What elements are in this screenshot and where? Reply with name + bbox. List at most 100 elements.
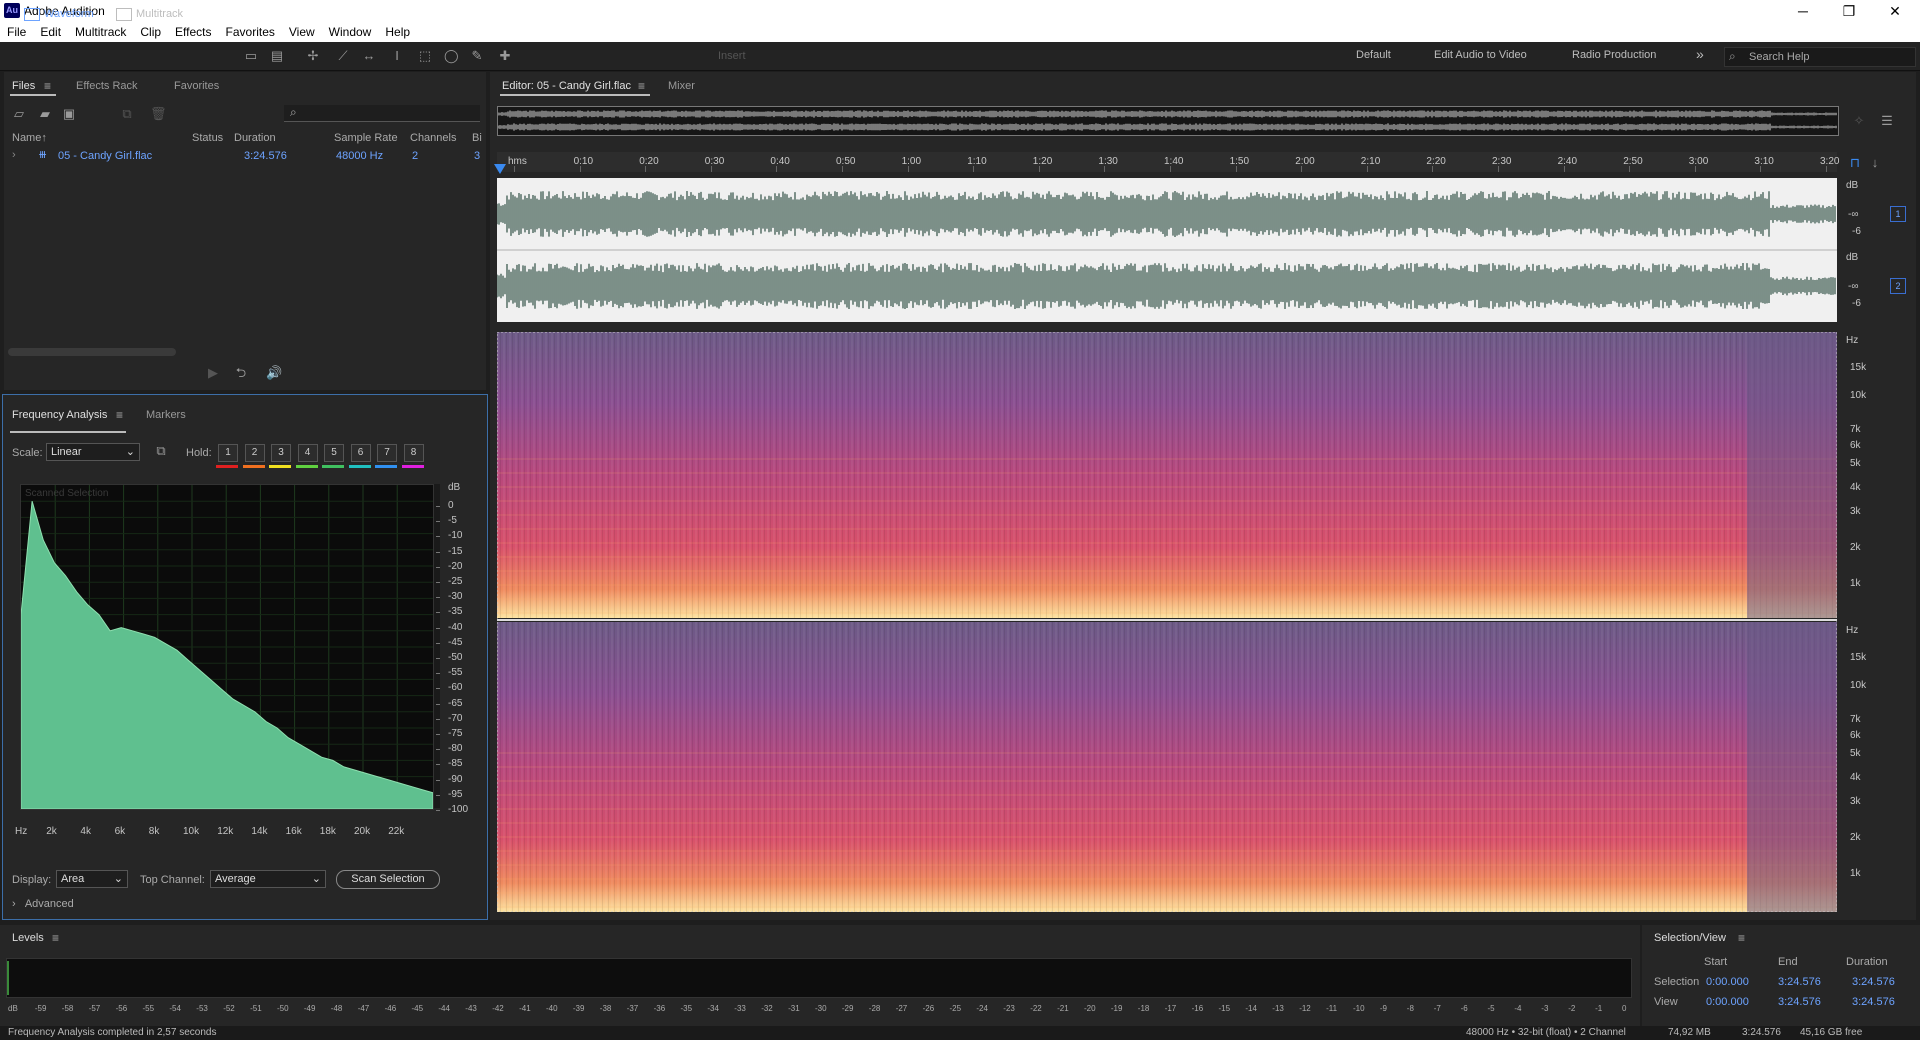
- spectral-display-icon[interactable]: ▭: [244, 49, 258, 63]
- menu-multitrack[interactable]: Multitrack: [68, 22, 133, 42]
- column-sample-rate[interactable]: Sample Rate: [334, 132, 398, 144]
- display-dropdown[interactable]: Area ⌄: [56, 870, 128, 888]
- sv-view-start[interactable]: 0:00.000: [1706, 996, 1749, 1008]
- zoom-out-full-icon[interactable]: ✧: [1852, 114, 1866, 128]
- scan-selection-button[interactable]: Scan Selection: [336, 870, 440, 889]
- menu-help[interactable]: Help: [378, 22, 417, 42]
- open-file-icon[interactable]: ▱: [12, 107, 26, 121]
- spec-hz-tick-ch2: 15k: [1850, 652, 1867, 663]
- multitrack-mode-button[interactable]: Multitrack: [112, 5, 183, 23]
- sv-view-end[interactable]: 3:24.576: [1778, 996, 1821, 1008]
- selection-view-menu-icon[interactable]: ≡: [1738, 931, 1745, 945]
- advanced-toggle[interactable]: › Advanced: [12, 898, 74, 910]
- sv-selection-duration[interactable]: 3:24.576: [1852, 976, 1895, 988]
- column-duration[interactable]: Duration: [234, 132, 276, 144]
- copy-to-clipboard-icon[interactable]: ⧉: [154, 444, 168, 458]
- menu-effects[interactable]: Effects: [168, 22, 218, 42]
- play-preview-icon[interactable]: ▶: [206, 366, 220, 380]
- hold-button-1[interactable]: 1: [218, 444, 238, 462]
- loop-preview-icon[interactable]: ⮌: [234, 366, 248, 380]
- scale-label: Scale:: [12, 447, 43, 459]
- ruler-tick: [1498, 166, 1499, 172]
- menu-clip[interactable]: Clip: [133, 22, 168, 42]
- spot-healing-tool-icon[interactable]: ✚: [498, 49, 512, 63]
- hold-button-2[interactable]: 2: [244, 444, 265, 462]
- insert-into-multitrack-icon[interactable]: ⧉: [120, 107, 134, 121]
- hold-button-7[interactable]: 7: [377, 444, 397, 462]
- tab-mixer[interactable]: Mixer: [668, 80, 695, 92]
- sv-selection-start[interactable]: 0:00.000: [1706, 976, 1749, 988]
- hold-button-5[interactable]: 5: [324, 444, 344, 462]
- menu-window[interactable]: Window: [322, 22, 379, 42]
- file-row[interactable]: › ⧻ 05 - Candy Girl.flac 3:24.576 48000 …: [4, 146, 486, 164]
- workspace-radio-production[interactable]: Radio Production: [1572, 49, 1656, 61]
- tab-favorites[interactable]: Favorites: [174, 80, 219, 92]
- column-channels[interactable]: Channels: [410, 132, 456, 144]
- waveform-mode-button[interactable]: Waveform: [20, 5, 94, 23]
- overview-navigator[interactable]: [497, 106, 1839, 136]
- hold-button-6[interactable]: 6: [350, 444, 371, 462]
- brush-tool-icon[interactable]: ✎: [470, 49, 484, 63]
- expand-chevron-icon[interactable]: ›: [12, 149, 16, 161]
- search-help-field[interactable]: ⌕ Search Help: [1724, 47, 1916, 67]
- sv-selection-end[interactable]: 3:24.576: [1778, 976, 1821, 988]
- spectrum-db-tickmark: [436, 703, 440, 705]
- volume-preview-icon[interactable]: 🔊: [266, 366, 282, 380]
- column-bits[interactable]: Bi: [472, 132, 482, 144]
- delete-file-icon[interactable]: 🗑: [150, 107, 167, 121]
- freq-panel-menu-icon[interactable]: ≡: [116, 408, 123, 422]
- tab-editor[interactable]: Editor: 05 - Candy Girl.flac: [502, 80, 631, 92]
- waveform-display[interactable]: [496, 178, 1837, 322]
- waveform-trace: [497, 123, 1837, 131]
- files-tab-underline: [10, 94, 56, 96]
- lasso-tool-icon[interactable]: ◯: [444, 49, 459, 63]
- channel-1-toggle[interactable]: 1: [1890, 206, 1906, 222]
- menu-favorites[interactable]: Favorites: [219, 22, 282, 42]
- menu-edit[interactable]: Edit: [33, 22, 68, 42]
- files-horizontal-scrollbar[interactable]: [8, 348, 176, 356]
- time-selection-tool-icon[interactable]: I: [390, 49, 404, 63]
- top-channel-dropdown[interactable]: Average ⌄: [210, 870, 326, 888]
- insert-button[interactable]: Insert: [718, 50, 746, 62]
- close-button[interactable]: ✕: [1872, 0, 1918, 22]
- hold-button-8[interactable]: 8: [403, 444, 424, 462]
- spectrum-db-tick: -20: [448, 560, 463, 572]
- minimize-button[interactable]: ─: [1780, 0, 1826, 22]
- hold-button-3[interactable]: 3: [271, 444, 291, 462]
- editor-panel-menu-icon[interactable]: ≡: [638, 79, 645, 93]
- tab-markers[interactable]: Markers: [146, 409, 186, 421]
- snap-icon[interactable]: ⊓: [1848, 156, 1862, 170]
- files-panel-menu-icon[interactable]: ≡: [44, 79, 51, 93]
- move-tool-icon[interactable]: ✢: [306, 49, 320, 63]
- tab-effects-rack[interactable]: Effects Rack: [76, 80, 138, 92]
- hold-button-4[interactable]: 4: [297, 444, 318, 462]
- levels-menu-icon[interactable]: ≡: [52, 931, 59, 945]
- level-scale-tick: -50: [277, 1004, 289, 1013]
- workspace-default[interactable]: Default: [1356, 49, 1391, 61]
- restore-button[interactable]: ❐: [1826, 0, 1872, 22]
- menu-file[interactable]: File: [0, 22, 33, 42]
- menu-view[interactable]: View: [282, 22, 322, 42]
- level-scale-tick: -35: [680, 1004, 693, 1013]
- workspace-edit-audio-to-video[interactable]: Edit Audio to Video: [1434, 49, 1527, 61]
- timecode-pin-icon[interactable]: ↓: [1868, 156, 1882, 170]
- tab-files[interactable]: Files: [12, 80, 35, 92]
- slip-tool-icon[interactable]: ↔: [362, 49, 376, 63]
- marquee-tool-icon[interactable]: ⬚: [418, 49, 432, 63]
- tab-frequency-analysis[interactable]: Frequency Analysis: [12, 409, 107, 421]
- ruler-label: hms: [508, 156, 527, 167]
- scale-dropdown[interactable]: Linear ⌄: [46, 443, 140, 461]
- more-workspaces-icon[interactable]: »: [1696, 46, 1704, 62]
- new-file-icon[interactable]: ▣: [62, 107, 76, 121]
- channel-2-toggle[interactable]: 2: [1890, 278, 1906, 294]
- column-status[interactable]: Status: [192, 132, 223, 144]
- pitch-display-icon[interactable]: ▤: [270, 49, 284, 63]
- files-search-input[interactable]: ⌕: [284, 105, 480, 122]
- import-file-icon[interactable]: ▰: [38, 107, 52, 121]
- column-name[interactable]: Name↑: [12, 132, 47, 144]
- playhead-marker[interactable]: [494, 164, 506, 174]
- spectral-display[interactable]: [496, 331, 1838, 913]
- razor-tool-icon[interactable]: ⟋: [336, 49, 350, 63]
- overview-menu-icon[interactable]: ☰: [1880, 114, 1894, 128]
- sv-view-duration[interactable]: 3:24.576: [1852, 996, 1895, 1008]
